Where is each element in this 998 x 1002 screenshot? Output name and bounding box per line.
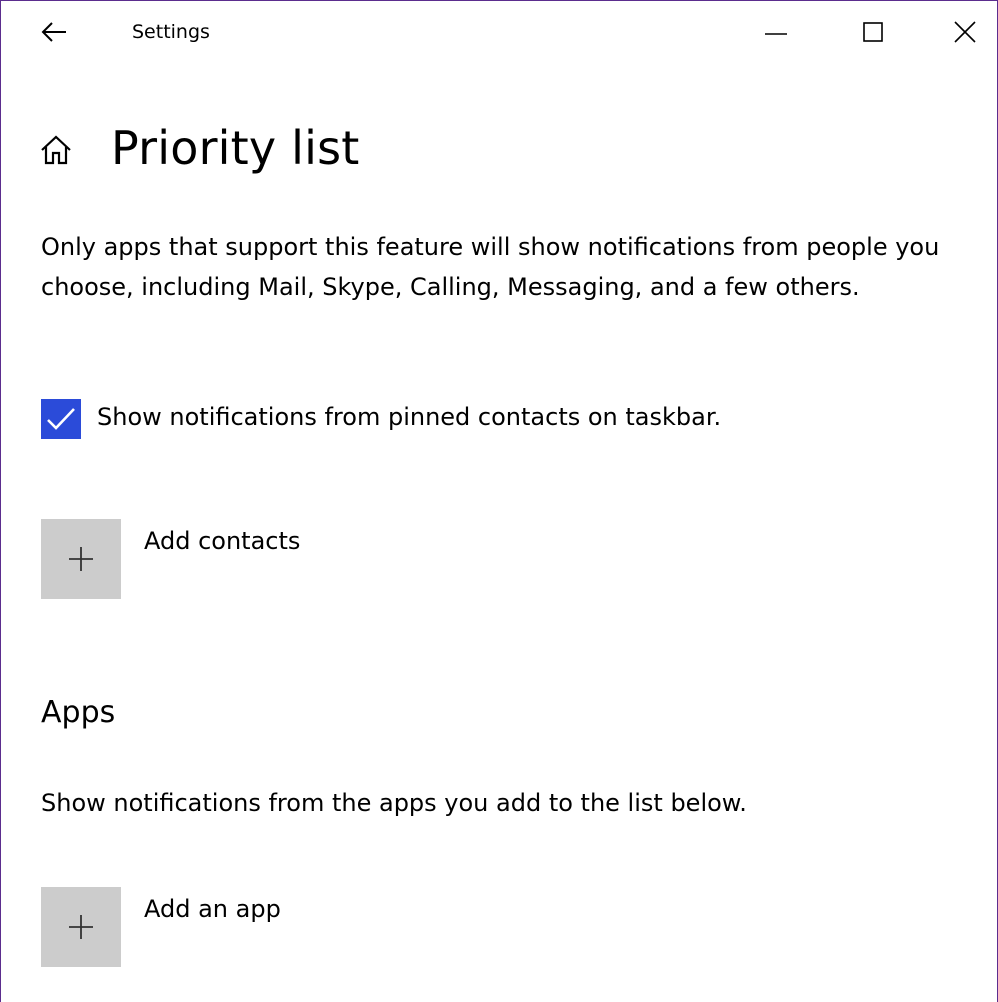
pinned-contacts-checkbox[interactable] xyxy=(41,399,81,439)
plus-icon xyxy=(69,915,93,939)
back-arrow-icon xyxy=(41,22,66,42)
add-contacts-button[interactable] xyxy=(41,519,121,599)
settings-window: Settings Priority list Only apps that su… xyxy=(0,0,998,1002)
home-icon[interactable] xyxy=(39,133,73,167)
close-icon xyxy=(954,21,976,43)
page-title: Priority list xyxy=(111,121,360,175)
add-app-button[interactable] xyxy=(41,887,121,967)
checkmark-icon xyxy=(47,408,75,430)
window-title: Settings xyxy=(132,21,210,43)
maximize-icon xyxy=(863,22,883,42)
add-app-label[interactable]: Add an app xyxy=(144,895,281,923)
minimize-icon xyxy=(765,33,787,35)
close-button[interactable] xyxy=(947,15,983,51)
title-bar: Settings xyxy=(1,1,997,65)
add-contacts-label[interactable]: Add contacts xyxy=(144,527,300,555)
page-description: Only apps that support this feature will… xyxy=(41,233,940,301)
minimize-button[interactable] xyxy=(759,15,795,51)
pinned-contacts-label: Show notifications from pinned contacts … xyxy=(97,403,722,431)
apps-section-description: Show notifications from the apps you add… xyxy=(41,789,747,817)
plus-icon xyxy=(69,547,93,571)
back-button[interactable] xyxy=(41,19,67,45)
maximize-button[interactable] xyxy=(855,15,891,51)
apps-section-title: Apps xyxy=(41,695,116,730)
